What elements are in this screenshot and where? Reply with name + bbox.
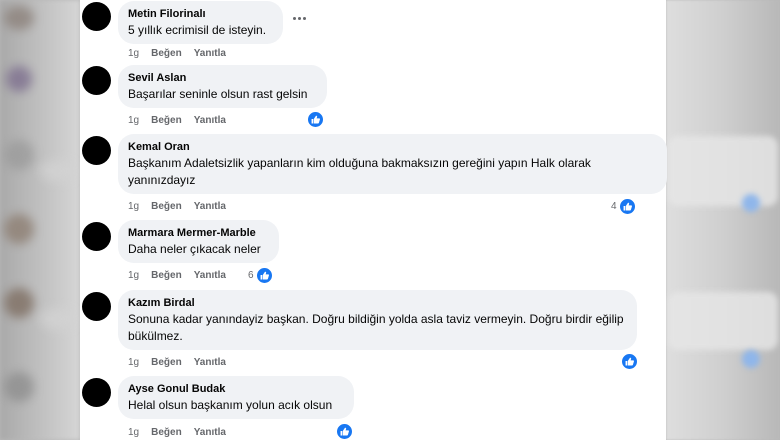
background-right: [666, 0, 780, 440]
background-text-blur: [40, 160, 76, 182]
background-avatar-blur: [4, 288, 34, 318]
comment-bubble: Sevil Aslan Başarılar seninle olsun rast…: [118, 65, 327, 108]
comment-actions: 1g Beğen Yanıtla: [128, 201, 226, 212]
comment-author[interactable]: Kazım Birdal: [128, 297, 626, 310]
comment-author[interactable]: Marmara Mermer-Marble: [128, 227, 268, 240]
like-button[interactable]: Beğen: [151, 270, 182, 281]
reply-button[interactable]: Yanıtla: [194, 115, 226, 126]
comment-author[interactable]: Kemal Oran: [128, 141, 656, 154]
background-text-blur: [40, 308, 76, 330]
comment-text: Başarılar seninle olsun rast gelsin: [128, 87, 308, 101]
comment-text: Daha neler çıkacak neler: [128, 242, 261, 256]
comment-time[interactable]: 1g: [128, 357, 139, 368]
like-reaction-icon: [307, 111, 324, 128]
comment-text: Başkanım Adaletsizlik yapanların kim old…: [128, 156, 591, 187]
reply-button[interactable]: Yanıtla: [194, 48, 226, 59]
comment-author[interactable]: Sevil Aslan: [128, 72, 316, 85]
background-avatar-blur: [4, 372, 34, 402]
reaction-count[interactable]: [307, 111, 324, 128]
background-like-blur: [742, 194, 760, 212]
comment-time[interactable]: 1g: [128, 115, 139, 126]
comment-actions: 1g Beğen Yanıtla: [128, 115, 226, 126]
comment-bubble: Kemal Oran Başkanım Adaletsizlik yapanla…: [118, 134, 667, 194]
reaction-count-number: 6: [248, 270, 254, 281]
background-avatar-blur: [6, 66, 32, 92]
comments-panel: Metin Filorinalı 5 yıllık ecrimisil de i…: [80, 0, 667, 440]
background-card-blur: [668, 292, 778, 350]
comment-bubble: Ayse Gonul Budak Helal olsun başkanım yo…: [118, 376, 354, 419]
background-avatar-blur: [4, 6, 34, 30]
like-reaction-icon: [618, 198, 636, 215]
comment-bubble: Kazım Birdal Sonuna kadar yanındayiz baş…: [118, 290, 637, 350]
comment-time[interactable]: 1g: [128, 48, 139, 59]
comment-author[interactable]: Ayse Gonul Budak: [128, 383, 343, 396]
avatar[interactable]: [82, 292, 111, 321]
like-reaction-icon: [255, 267, 273, 284]
comment-actions: 1g Beğen Yanıtla: [128, 357, 226, 368]
comment-time[interactable]: 1g: [128, 427, 139, 438]
comment-author[interactable]: Metin Filorinalı: [128, 8, 272, 21]
reaction-count[interactable]: [336, 423, 353, 440]
comment-text: 5 yıllık ecrimisil de isteyin.: [128, 23, 267, 37]
like-button[interactable]: Beğen: [151, 357, 182, 368]
comment-text: Helal olsun başkanım yolun acık olsun: [128, 398, 333, 412]
avatar[interactable]: [82, 66, 111, 95]
reply-button[interactable]: Yanıtla: [194, 427, 226, 438]
comment-text: Sonuna kadar yanındayiz başkan. Doğru bi…: [128, 312, 624, 343]
comment-actions: 1g Beğen Yanıtla: [128, 427, 226, 438]
comment-bubble: Marmara Mermer-Marble Daha neler çıkacak…: [118, 220, 279, 263]
comment-actions: 1g Beğen Yanıtla: [128, 270, 226, 281]
reply-button[interactable]: Yanıtla: [194, 270, 226, 281]
comment-actions: 1g Beğen Yanıtla: [128, 48, 226, 59]
background-like-blur: [742, 350, 760, 368]
comment-time[interactable]: 1g: [128, 201, 139, 212]
more-options-icon[interactable]: [293, 15, 309, 21]
reply-button[interactable]: Yanıtla: [194, 201, 226, 212]
like-button[interactable]: Beğen: [151, 201, 182, 212]
like-button[interactable]: Beğen: [151, 115, 182, 126]
like-reaction-icon: [621, 353, 638, 370]
avatar[interactable]: [82, 222, 111, 251]
reaction-count[interactable]: [621, 353, 638, 370]
comment-bubble: Metin Filorinalı 5 yıllık ecrimisil de i…: [118, 1, 283, 44]
background-card-blur: [668, 136, 778, 206]
background-avatar-blur: [4, 214, 34, 244]
avatar[interactable]: [82, 136, 111, 165]
reaction-count[interactable]: 6: [248, 267, 273, 284]
like-button[interactable]: Beğen: [151, 48, 182, 59]
reaction-count-number: 4: [611, 201, 617, 212]
background-avatar-blur: [4, 140, 34, 170]
like-button[interactable]: Beğen: [151, 427, 182, 438]
avatar[interactable]: [82, 378, 111, 407]
reply-button[interactable]: Yanıtla: [194, 357, 226, 368]
reaction-count[interactable]: 4: [611, 198, 636, 215]
avatar[interactable]: [82, 2, 111, 31]
comment-time[interactable]: 1g: [128, 270, 139, 281]
like-reaction-icon: [336, 423, 353, 440]
